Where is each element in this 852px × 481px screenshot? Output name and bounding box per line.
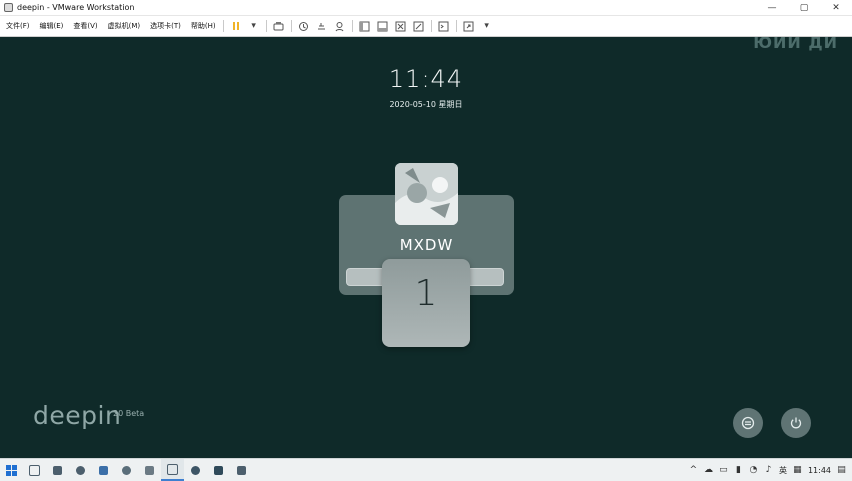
taskbar-clock[interactable]: 11:44 bbox=[808, 466, 831, 475]
windows-logo-icon bbox=[6, 464, 17, 476]
switch-user-button[interactable] bbox=[733, 408, 763, 438]
maximize-button[interactable]: ▢ bbox=[788, 0, 820, 15]
popup-text: 1 bbox=[414, 273, 438, 314]
menu-file[interactable]: 文件(F) bbox=[0, 21, 34, 31]
volume-icon[interactable]: ♪ bbox=[764, 465, 773, 475]
taskbar-app-icon[interactable] bbox=[115, 459, 138, 481]
username-label: MXDW bbox=[399, 236, 454, 254]
power-icon bbox=[790, 417, 802, 429]
taskbar-app-icon[interactable] bbox=[138, 459, 161, 481]
window-controls: — ▢ ✕ bbox=[756, 0, 852, 15]
menu-tabs[interactable]: 选项卡(T) bbox=[144, 21, 185, 31]
vm-display[interactable]: ЮИЙ ДИ 11:44 2020-05-10 星期日 MXDW 1 deepi… bbox=[0, 37, 852, 458]
window-title: deepin - VMware Workstation bbox=[17, 3, 135, 12]
dropdown-arrow-icon[interactable]: ▾ bbox=[478, 17, 496, 35]
toolbar-separator bbox=[222, 20, 224, 32]
minimize-button[interactable]: — bbox=[756, 0, 788, 15]
unity-mode-icon[interactable] bbox=[410, 17, 428, 35]
taskbar-app-icon[interactable] bbox=[207, 459, 230, 481]
taskbar-app-icon[interactable] bbox=[69, 459, 92, 481]
cloud-icon[interactable]: ☁ bbox=[704, 465, 713, 475]
taskbar-app-icon[interactable] bbox=[46, 459, 69, 481]
menubar: 文件(F) 编辑(E) 查看(V) 虚拟机(M) 选项卡(T) 帮助(H) ▾ … bbox=[0, 16, 852, 37]
switch-user-icon bbox=[741, 416, 755, 430]
vmware-app-icon bbox=[4, 3, 13, 12]
send-ctrl-alt-del-icon[interactable] bbox=[270, 17, 288, 35]
chevron-up-icon[interactable]: ^ bbox=[689, 465, 698, 475]
system-tray: ^ ☁ ▭ ▮ ◔ ♪ 英 ▦ 11:44 ▤ bbox=[689, 459, 846, 481]
toolbar-separator bbox=[455, 20, 457, 32]
toolbar-separator bbox=[430, 20, 432, 32]
start-button[interactable] bbox=[0, 459, 23, 481]
taskbar-app-icon[interactable] bbox=[230, 459, 253, 481]
power-button[interactable] bbox=[781, 408, 811, 438]
thumbnail-view-icon[interactable] bbox=[374, 17, 392, 35]
close-button[interactable]: ✕ bbox=[820, 0, 852, 15]
snapshot-icon[interactable] bbox=[295, 17, 313, 35]
menu-help[interactable]: 帮助(H) bbox=[185, 21, 220, 31]
stretch-view-icon[interactable] bbox=[460, 17, 478, 35]
input-method-indicator[interactable]: 英 bbox=[779, 465, 787, 476]
windows-taskbar: ^ ☁ ▭ ▮ ◔ ♪ 英 ▦ 11:44 ▤ bbox=[0, 458, 852, 481]
lock-clock: 11:44 bbox=[388, 65, 464, 93]
console-icon[interactable] bbox=[435, 17, 453, 35]
taskbar-app-icon[interactable] bbox=[184, 459, 207, 481]
user-avatar[interactable] bbox=[395, 163, 458, 225]
taskbar-vmware-icon[interactable] bbox=[161, 459, 184, 481]
menu-vm[interactable]: 虚拟机(M) bbox=[102, 21, 145, 31]
watermark: ЮИЙ ДИ bbox=[753, 37, 838, 52]
network-icon[interactable]: ▭ bbox=[719, 465, 728, 475]
usb-icon[interactable]: ▮ bbox=[734, 465, 743, 475]
wifi-icon[interactable]: ◔ bbox=[749, 465, 758, 475]
fullscreen-icon[interactable] bbox=[392, 17, 410, 35]
taskbar-app-icon[interactable] bbox=[92, 459, 115, 481]
toolbar-separator bbox=[351, 20, 353, 32]
toolbar-separator bbox=[265, 20, 267, 32]
menu-edit[interactable]: 编辑(E) bbox=[34, 21, 68, 31]
pause-icon[interactable] bbox=[227, 17, 245, 35]
password-popup: 1 bbox=[382, 259, 470, 347]
revert-snapshot-icon[interactable] bbox=[313, 17, 331, 35]
deepin-version: 20 Beta bbox=[113, 409, 145, 418]
menu-view[interactable]: 查看(V) bbox=[67, 21, 101, 31]
lock-date: 2020-05-10 星期日 bbox=[389, 100, 463, 109]
task-view-icon[interactable] bbox=[23, 459, 46, 481]
toolbar-separator bbox=[290, 20, 292, 32]
keyboard-icon[interactable]: ▦ bbox=[793, 465, 802, 475]
window-titlebar: deepin - VMware Workstation — ▢ ✕ bbox=[0, 0, 852, 16]
deepin-logo: deepin bbox=[33, 401, 122, 430]
dropdown-arrow-icon[interactable]: ▾ bbox=[245, 17, 263, 35]
snapshot-manager-icon[interactable] bbox=[331, 17, 349, 35]
notification-icon[interactable]: ▤ bbox=[837, 465, 846, 475]
sidebar-view-icon[interactable] bbox=[356, 17, 374, 35]
